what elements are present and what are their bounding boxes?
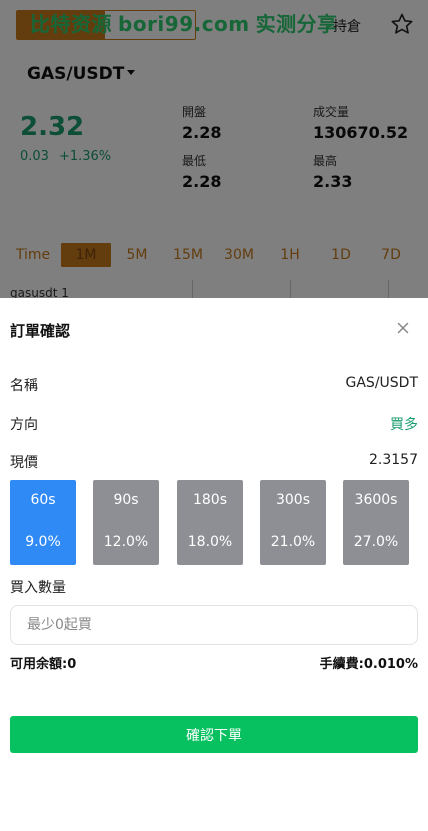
available-balance: 可用余額:0 <box>10 657 77 672</box>
period-rate: 21.0% <box>270 534 316 550</box>
period-time: 180s <box>192 492 227 508</box>
period-rate: 9.0% <box>25 534 61 550</box>
period-option-180s[interactable]: 180s 18.0% <box>177 480 243 565</box>
period-rate: 18.0% <box>187 534 233 550</box>
row-value: 2.3157 <box>369 452 418 468</box>
period-time: 90s <box>113 492 139 508</box>
period-time: 300s <box>275 492 310 508</box>
modal-backdrop[interactable] <box>0 0 428 298</box>
close-icon[interactable] <box>394 319 412 337</box>
quantity-input[interactable] <box>10 605 418 645</box>
period-option-90s[interactable]: 90s 12.0% <box>93 480 159 565</box>
row-label: 名稱 <box>10 378 38 394</box>
period-option-3600s[interactable]: 3600s 27.0% <box>343 480 409 565</box>
row-price: 現價 2.3157 <box>10 452 418 472</box>
row-value: 買多 <box>390 417 418 433</box>
period-time: 3600s <box>354 492 398 508</box>
period-option-300s[interactable]: 300s 21.0% <box>260 480 326 565</box>
row-direction: 方向 買多 <box>10 414 418 434</box>
period-time: 60s <box>30 492 56 508</box>
row-value: GAS/USDT <box>345 375 419 391</box>
order-confirm-sheet: 訂單確認 名稱 GAS/USDT 方向 買多 現價 2.3157 60s 9.0… <box>0 298 428 831</box>
row-name: 名稱 GAS/USDT <box>10 375 418 395</box>
confirm-order-button[interactable]: 確認下單 <box>10 716 418 753</box>
period-rate: 12.0% <box>103 534 149 550</box>
row-label: 現價 <box>10 455 38 471</box>
sheet-title: 訂單確認 <box>10 322 71 340</box>
period-options: 60s 9.0% 90s 12.0% 180s 18.0% 300s 21.0%… <box>10 480 418 565</box>
row-label: 方向 <box>10 417 38 433</box>
period-rate: 27.0% <box>353 534 399 550</box>
fee-rate: 手續費:0.010% <box>319 657 418 672</box>
quantity-label: 買入數量 <box>10 580 66 596</box>
period-option-60s[interactable]: 60s 9.0% <box>10 480 76 565</box>
